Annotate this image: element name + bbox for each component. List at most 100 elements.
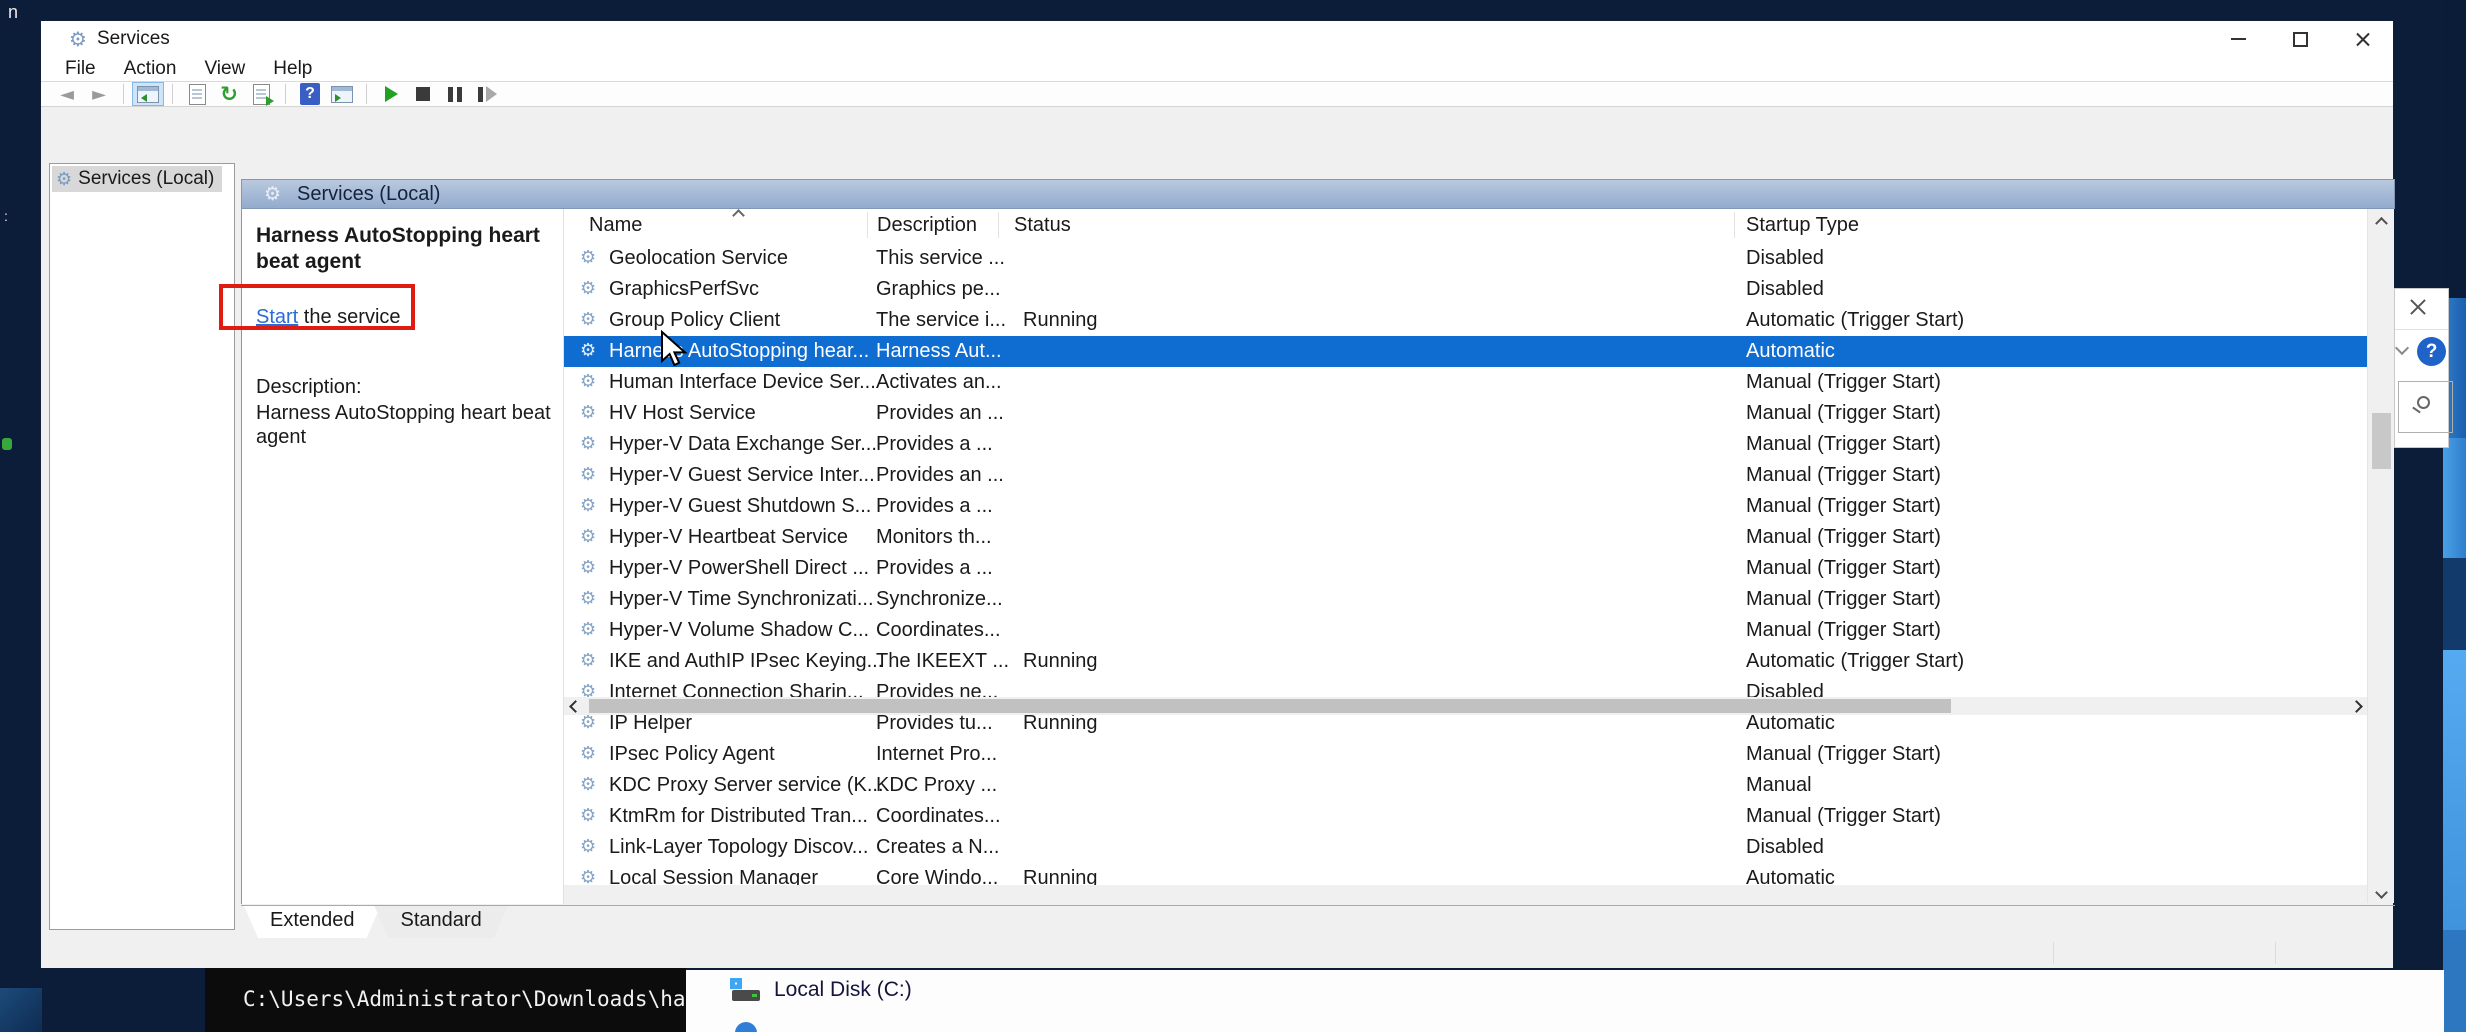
cell-name: KtmRm for Distributed Tran... (609, 805, 868, 828)
table-row[interactable]: ⚙ Hyper-V Data Exchange Ser... Provides … (564, 429, 2367, 460)
menu-view[interactable]: View (190, 58, 259, 80)
column-header-name[interactable]: Name (589, 214, 642, 237)
help-button[interactable]: ? (2417, 337, 2446, 366)
show-console-tree-button[interactable] (132, 82, 164, 106)
table-row[interactable]: ⚙ Link-Layer Topology Discov... Creates … (564, 832, 2367, 863)
close-button[interactable] (2408, 297, 2430, 319)
scroll-left-button[interactable] (564, 697, 586, 715)
service-gear-icon: ⚙ (580, 774, 596, 795)
chevron-down-icon[interactable] (2395, 341, 2409, 355)
status-bar-divider (2053, 942, 2054, 964)
cell-startup-type: Automatic (1746, 867, 1835, 885)
table-row[interactable]: ⚙ Hyper-V Heartbeat Service Monitors th.… (564, 522, 2367, 553)
tree-item-label: Services (Local) (78, 168, 214, 190)
show-action-pane-button[interactable] (326, 82, 358, 106)
menu-file[interactable]: File (41, 58, 110, 80)
menu-help[interactable]: Help (259, 58, 326, 80)
cell-startup-type: Automatic (Trigger Start) (1746, 309, 1964, 332)
cell-name: Hyper-V Data Exchange Ser... (609, 433, 877, 456)
network-icon-partial (735, 1022, 757, 1032)
terminal-window-partial[interactable]: C:\Users\Administrator\Downloads\harn (205, 963, 686, 1032)
chevron-down-icon (2375, 886, 2388, 899)
column-divider[interactable] (1734, 212, 1735, 238)
tab-extended[interactable]: Extended (244, 906, 381, 938)
back-button[interactable]: ◄ (51, 82, 83, 106)
table-row[interactable]: ⚙ IKE and AuthIP IPsec Keying... The IKE… (564, 646, 2367, 677)
help-icon: ? (300, 83, 320, 105)
results-pane-title: Services (Local) (297, 183, 440, 206)
horizontal-scrollbar[interactable] (564, 697, 2367, 715)
service-gear-icon: ⚙ (580, 588, 596, 609)
minimize-button[interactable] (2207, 21, 2269, 57)
cell-name: Hyper-V Time Synchronizati... (609, 588, 874, 611)
column-header-status[interactable]: Status (1014, 214, 1071, 237)
forward-button[interactable]: ► (83, 82, 115, 106)
status-bar-divider (2275, 942, 2276, 964)
cell-description: The service i... (876, 309, 1006, 332)
pause-service-button[interactable] (439, 82, 471, 106)
table-row[interactable]: ⚙ HV Host Service Provides an ... Manual… (564, 398, 2367, 429)
cell-name: Hyper-V Heartbeat Service (609, 526, 848, 549)
title-bar[interactable]: ⚙ Services (41, 21, 2393, 57)
wallpaper-beam (2443, 558, 2466, 650)
table-row[interactable]: ⚙ KDC Proxy Server service (K... KDC Pro… (564, 770, 2367, 801)
cell-startup-type: Automatic (1746, 712, 1835, 735)
divider (241, 905, 2395, 906)
tab-standard[interactable]: Standard (375, 906, 508, 938)
services-node-icon: ⚙ (56, 169, 72, 190)
table-row[interactable]: ⚙ Hyper-V Time Synchronizati... Synchron… (564, 584, 2367, 615)
search-box[interactable] (2398, 381, 2453, 433)
back-icon: ◄ (60, 84, 74, 105)
refresh-button[interactable]: ↻ (213, 82, 245, 106)
table-row[interactable]: ⚙ GraphicsPerfSvc Graphics pe... Disable… (564, 274, 2367, 305)
table-row[interactable]: ⚙ Hyper-V Guest Shutdown S... Provides a… (564, 491, 2367, 522)
start-service-button[interactable] (375, 82, 407, 106)
column-header-startup-type[interactable]: Startup Type (1746, 214, 1859, 237)
console-tree-icon (137, 86, 159, 103)
desktop: n : ? C:\Users\Administrator\Downloads\h… (0, 0, 2466, 1032)
table-row[interactable]: ⚙ Hyper-V Guest Service Inter... Provide… (564, 460, 2367, 491)
table-row[interactable]: ⚙ Hyper-V PowerShell Direct ... Provides… (564, 553, 2367, 584)
console-tree-panel: ⚙ Services (Local) (49, 163, 235, 930)
desktop-icon-label-fragment: : (4, 208, 8, 224)
table-row[interactable]: ⚙ Harness AutoStopping hear... Harness A… (564, 336, 2367, 367)
cell-name: Hyper-V PowerShell Direct ... (609, 557, 869, 580)
restart-service-button[interactable] (471, 82, 503, 106)
vertical-scrollbar[interactable] (2367, 209, 2394, 903)
cell-status: Running (1023, 650, 1098, 673)
stop-service-button[interactable] (407, 82, 439, 106)
table-row[interactable]: ⚙ Hyper-V Volume Shadow C... Coordinates… (564, 615, 2367, 646)
scroll-up-button[interactable] (2368, 209, 2394, 231)
table-row[interactable]: ⚙ Geolocation Service This service ... D… (564, 243, 2367, 274)
export-list-button[interactable] (245, 82, 277, 106)
window-title: Services (97, 28, 170, 50)
cell-description: Provides an ... (876, 464, 1004, 487)
cell-startup-type: Manual (Trigger Start) (1746, 433, 1941, 456)
column-divider[interactable] (998, 212, 999, 238)
table-row[interactable]: ⚙ IPsec Policy Agent Internet Pro... Man… (564, 739, 2367, 770)
table-row[interactable]: ⚙ KtmRm for Distributed Tran... Coordina… (564, 801, 2367, 832)
service-gear-icon: ⚙ (580, 712, 596, 733)
service-gear-icon: ⚙ (580, 464, 596, 485)
vertical-scrollbar-thumb[interactable] (2372, 413, 2391, 469)
scroll-down-button[interactable] (2368, 881, 2394, 903)
help-button[interactable]: ? (294, 82, 326, 106)
table-row[interactable]: ⚙ Group Policy Client The service i... R… (564, 305, 2367, 336)
service-gear-icon: ⚙ (580, 247, 596, 268)
close-button[interactable] (2331, 21, 2393, 57)
service-gear-icon: ⚙ (580, 526, 596, 547)
tree-item-services-local[interactable]: ⚙ Services (Local) (52, 166, 222, 192)
wallpaper-beam (2443, 438, 2466, 558)
properties-button[interactable] (181, 82, 213, 106)
cell-description: Synchronize... (876, 588, 1003, 611)
maximize-button[interactable] (2269, 21, 2331, 57)
horizontal-scrollbar-thumb[interactable] (589, 699, 1951, 713)
drive-list-item[interactable]: Local Disk (C:) (730, 978, 912, 1002)
forward-icon: ► (92, 84, 106, 105)
table-row[interactable]: ⚙ Local Session Manager Core Windo... Ru… (564, 863, 2367, 885)
table-row[interactable]: ⚙ Human Interface Device Ser... Activate… (564, 367, 2367, 398)
menu-action[interactable]: Action (110, 58, 191, 80)
scroll-right-button[interactable] (2345, 697, 2367, 715)
column-header-description[interactable]: Description (877, 214, 977, 237)
column-divider[interactable] (867, 212, 868, 238)
